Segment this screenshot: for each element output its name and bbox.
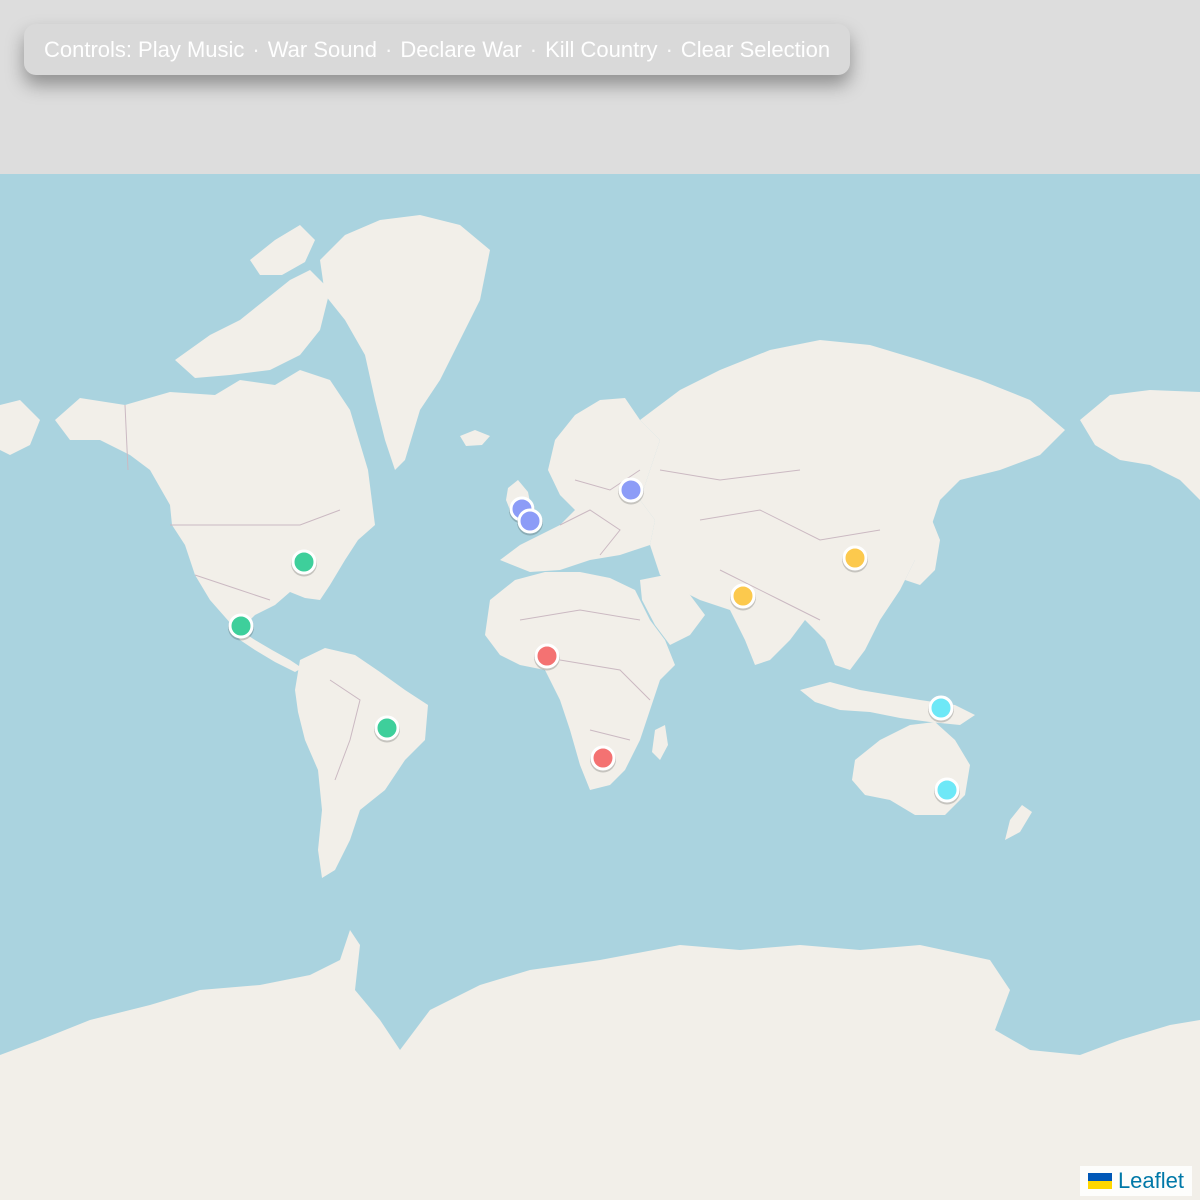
ukraine-flag-icon <box>1087 1173 1112 1189</box>
country-marker-india[interactable] <box>730 583 756 609</box>
world-map[interactable]: Leaflet <box>0 174 1200 1200</box>
declare-war-control[interactable]: Declare War <box>400 37 521 63</box>
separator: · <box>529 36 538 62</box>
kill-country-control[interactable]: Kill Country <box>545 37 657 63</box>
top-bar: Controls: Play Music · War Sound · Decla… <box>0 0 1200 174</box>
separator: · <box>384 36 393 62</box>
separator: · <box>665 36 673 62</box>
country-marker-nigeria[interactable] <box>534 643 560 669</box>
map-canvas[interactable] <box>0 174 1200 1200</box>
country-marker-south-africa[interactable] <box>590 745 616 771</box>
leaflet-link[interactable]: Leaflet <box>1118 1168 1184 1194</box>
play-music-control[interactable]: Play Music <box>138 37 244 63</box>
country-marker-new-guinea[interactable] <box>928 695 954 721</box>
map-attribution: Leaflet <box>1079 1166 1192 1196</box>
country-marker-france[interactable] <box>517 508 543 534</box>
war-sound-control[interactable]: War Sound <box>268 37 377 63</box>
country-marker-russia[interactable] <box>618 477 644 503</box>
clear-selection-control[interactable]: Clear Selection <box>681 37 830 63</box>
controls-prefix: Controls: <box>44 36 133 62</box>
country-marker-mexico[interactable] <box>228 613 254 639</box>
separator: · <box>252 36 260 62</box>
country-marker-usa-east[interactable] <box>291 549 317 575</box>
country-marker-brazil[interactable] <box>374 715 400 741</box>
controls-panel: Controls: Play Music · War Sound · Decla… <box>24 24 851 75</box>
country-marker-china[interactable] <box>842 545 868 571</box>
country-marker-australia[interactable] <box>934 777 960 803</box>
